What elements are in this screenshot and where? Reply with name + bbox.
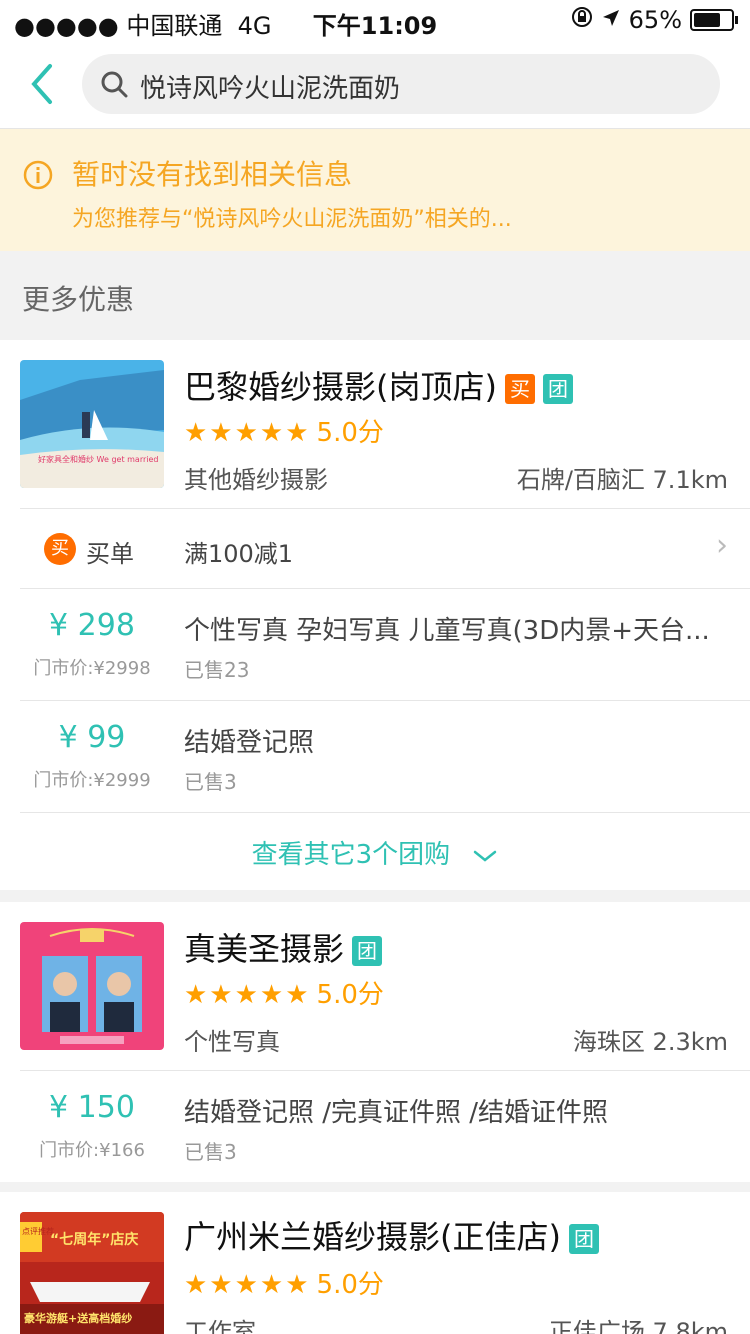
deal-sold: 已售23: [184, 658, 250, 682]
shop-location: 正佳广场 7.8km: [548, 1318, 728, 1334]
divider: [20, 812, 750, 813]
back-button[interactable]: [24, 60, 64, 108]
chevron-right-icon: ›: [716, 528, 728, 563]
deal-price: ¥ 150: [49, 1090, 135, 1125]
group-buy-tag: 团: [568, 1224, 599, 1254]
shop-card: 真美圣摄影团 ★★★★★ 5.0分 个性写真 海珠区 2.3km ¥ 150 门市…: [0, 902, 750, 1182]
svg-text:豪华游艇+送高档婚纱: 豪华游艇+送高档婚纱: [24, 1311, 132, 1325]
deal-sold: 已售3: [184, 1140, 237, 1164]
shop-category: 其他婚纱摄影: [184, 466, 328, 494]
deal-title: 结婚登记照: [184, 728, 315, 758]
pay-bill-label: 买单: [86, 540, 134, 568]
info-icon: [22, 159, 54, 195]
svg-text:“七周年”店庆: “七周年”店庆: [50, 1231, 138, 1248]
chevron-left-icon: [31, 64, 52, 104]
deal-title: 个性写真 孕妇写真 儿童写真(3D内景+天台...: [184, 616, 710, 646]
shop-card: 点评推荐 “七周年”店庆 豪华游艇+送高档婚纱 广州米兰婚纱摄影(正佳店) 团 ★…: [0, 1192, 750, 1334]
deal-original-price: 门市价:¥166: [39, 1140, 145, 1161]
shop-name[interactable]: 巴黎婚纱摄影(岗顶店) 买团: [184, 362, 573, 408]
location-arrow-icon: [601, 6, 621, 34]
svg-text:好家具全和婚纱 We get married: 好家具全和婚纱 We get married: [38, 454, 158, 464]
view-more-deals-button[interactable]: 查看其它3个团购: [0, 834, 750, 871]
divider: [20, 588, 750, 589]
shop-category: 个性写真: [184, 1028, 280, 1056]
notice-subtitle: 为您推荐与“悦诗风吟火山泥洗面奶”相关的...: [72, 207, 512, 232]
rating-score: 5.0分: [316, 418, 384, 448]
nav-bar: 悦诗风吟火山泥洗面奶: [0, 40, 750, 129]
divider: [20, 1070, 750, 1071]
shop-thumbnail[interactable]: 好家具全和婚纱 We get married: [20, 360, 164, 488]
deal-price: ¥ 298: [49, 608, 135, 643]
battery-icon: [690, 9, 738, 31]
rating-stars: ★★★★★ 5.0分: [184, 980, 384, 1010]
shop-location: 海珠区 2.3km: [572, 1028, 728, 1056]
pay-bill-offer: 满100减1: [184, 540, 294, 568]
shop-card: 好家具全和婚纱 We get married 巴黎婚纱摄影(岗顶店) 买团 ★★★…: [0, 340, 750, 890]
buy-tag: 买: [504, 374, 535, 404]
status-bar: ●●●●● 中国联通 4G 下午11:09 65%: [0, 0, 750, 40]
section-title: 更多优惠: [22, 283, 135, 316]
battery-percent: 65%: [628, 6, 682, 34]
no-result-notice: 暂时没有找到相关信息 为您推荐与“悦诗风吟火山泥洗面奶”相关的...: [0, 129, 750, 251]
group-buy-tag: 团: [542, 374, 573, 404]
deal-original-price: 门市价:¥2998: [33, 658, 151, 679]
search-input[interactable]: 悦诗风吟火山泥洗面奶: [82, 54, 720, 114]
group-buy-tag: 团: [352, 936, 383, 966]
rating-score: 5.0分: [316, 980, 384, 1010]
shop-location: 石牌/百脑汇 7.1km: [516, 466, 728, 494]
shop-name[interactable]: 真美圣摄影团: [184, 924, 383, 970]
chevron-down-icon: [474, 850, 497, 862]
deal-original-price: 门市价:¥2999: [33, 770, 151, 791]
deal-title: 结婚登记照 /完真证件照 /结婚证件照: [184, 1098, 609, 1128]
buy-badge: 买: [44, 533, 76, 565]
notice-title: 暂时没有找到相关信息: [72, 158, 353, 191]
search-icon: [100, 70, 128, 102]
divider: [20, 508, 750, 509]
search-query: 悦诗风吟火山泥洗面奶: [140, 74, 401, 104]
deal-sold: 已售3: [184, 770, 237, 794]
orientation-lock-icon: [571, 6, 593, 34]
shop-name[interactable]: 广州米兰婚纱摄影(正佳店) 团: [184, 1212, 599, 1258]
rating-score: 5.0分: [316, 1270, 384, 1300]
divider: [20, 700, 750, 701]
rating-stars: ★★★★★ 5.0分: [184, 1270, 384, 1300]
shop-category: 工作室: [184, 1318, 256, 1334]
section-header: 更多优惠: [0, 252, 750, 340]
rating-stars: ★★★★★ 5.0分: [184, 418, 384, 448]
deal-price: ¥ 99: [58, 720, 126, 755]
shop-thumbnail[interactable]: [20, 922, 164, 1050]
shop-thumbnail[interactable]: 点评推荐 “七周年”店庆 豪华游艇+送高档婚纱: [20, 1212, 164, 1334]
status-right: 65%: [571, 6, 738, 34]
